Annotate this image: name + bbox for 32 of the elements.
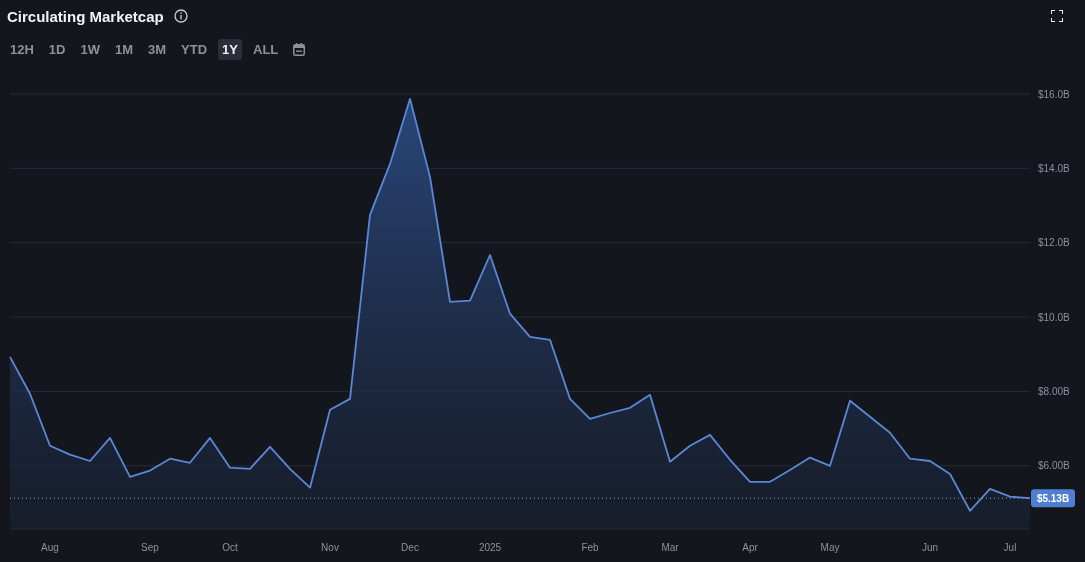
x-axis-label: May — [820, 542, 840, 553]
timeframe-tab[interactable]: 1M — [111, 38, 138, 60]
chart-title: Circulating Marketcap — [7, 7, 164, 25]
timeframe-tab[interactable]: ALL — [249, 38, 283, 60]
fullscreen-icon[interactable] — [1051, 10, 1063, 22]
timeframe-tab[interactable]: 3M — [144, 38, 171, 60]
timeframe-tab[interactable]: 1Y — [218, 38, 242, 60]
y-axis-label: $8.00B — [1038, 385, 1070, 397]
timeframe-tab[interactable]: 1D — [44, 38, 70, 60]
price-badge: $5.13B — [1031, 489, 1075, 508]
x-axis-label: Jul — [1003, 542, 1017, 553]
y-axis-label: $14.0B — [1038, 162, 1070, 174]
x-axis-label: Feb — [581, 542, 599, 553]
x-axis-label: Sep — [141, 542, 159, 553]
y-axis-label: $10.0B — [1038, 311, 1070, 323]
calendar-icon[interactable] — [293, 42, 306, 56]
x-axis-label: Nov — [321, 542, 339, 553]
x-axis-label: Oct — [222, 542, 238, 553]
ref-line-label: $5.13B — [1036, 493, 1070, 505]
y-axis-label: $6.00B — [1038, 460, 1070, 472]
x-axis-label: Mar — [661, 542, 679, 553]
x-axis-label: Jun — [921, 542, 939, 553]
y-axis-label: $16.0B — [1038, 88, 1070, 100]
info-icon[interactable] — [173, 9, 188, 23]
x-axis-label: 2025 — [478, 542, 502, 553]
x-axis-label: Dec — [401, 542, 419, 553]
x-axis-label: Aug — [41, 542, 59, 553]
timeframe-tab[interactable]: YTD — [177, 38, 212, 60]
timeframe-tab[interactable]: 12H — [6, 38, 38, 60]
x-axis-label: Apr — [742, 542, 758, 553]
timeframe-tab[interactable]: 1W — [76, 38, 104, 60]
y-axis-label: $12.0B — [1038, 237, 1070, 249]
